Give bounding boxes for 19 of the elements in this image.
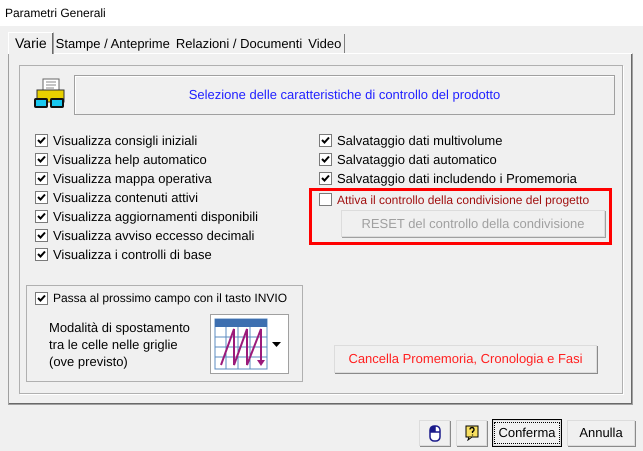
dialog-button[interactable]: Conferma	[493, 420, 561, 446]
checkbox-label: Visualizza consigli iniziali	[53, 132, 198, 150]
checkbox-label: Visualizza help automatico	[53, 150, 207, 169]
checkbox-label: Visualizza contenuti attivi	[53, 188, 198, 207]
checkbox-label: Passa al prossimo campo con il tasto INVIO	[53, 290, 288, 307]
checkbox-label: Attiva il controllo della condivisione del progetto	[337, 192, 590, 208]
checkbox-label: Salvataggio dati multivolume	[337, 132, 502, 150]
checkbox-label: Visualizza i controlli di base	[53, 246, 212, 264]
checkbox-label: Visualizza avviso eccesso decimali	[53, 226, 254, 245]
checkbox-label: Salvataggio dati automatico	[337, 150, 497, 169]
window-title: Parametri Generali	[5, 5, 106, 22]
tab[interactable]: Varie	[8, 32, 54, 54]
checkbox-label: Visualizza aggiornamenti disponibili	[53, 208, 258, 226]
dialog-button[interactable]: Annulla	[567, 420, 635, 446]
checkbox-label: Salvataggio dati includendo i Promemoria	[337, 170, 577, 188]
tab[interactable]: Video	[305, 34, 346, 53]
checkbox-label: Visualizza mappa operativa	[53, 170, 212, 188]
section-heading: Selezione delle caratteristiche di controllo del prodotto	[74, 75, 615, 115]
grid-mode-label: Modalità di spostamento tra le celle nelle griglie (ove previsto)	[49, 319, 191, 370]
